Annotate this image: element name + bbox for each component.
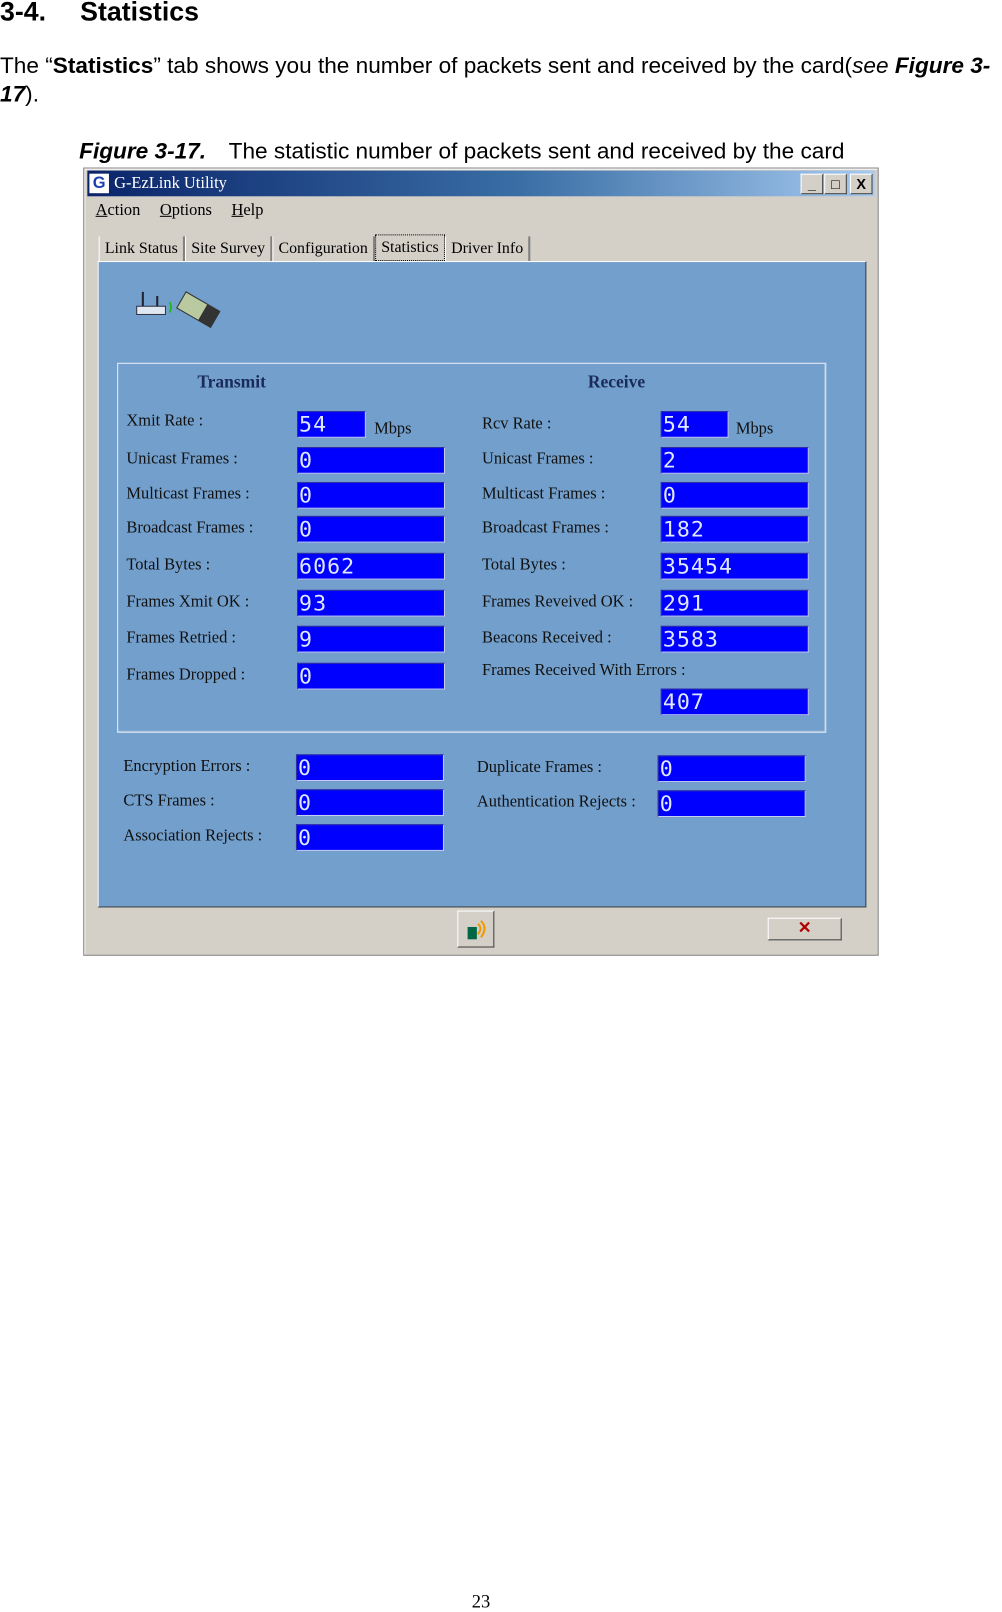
rx-row-6-label: Frames Received With Errors :: [481, 661, 686, 680]
other-left-0-label: Encryption Errors :: [123, 757, 251, 775]
rx-row-5-value: 3583: [660, 625, 809, 653]
tx-row-1-label: Multicast Frames :: [126, 485, 250, 503]
statistics-panel: Transmit Receive Xmit Rate : 54 Mbps Rcv Ra…: [97, 261, 867, 908]
tx-row-0-label: Unicast Frames :: [126, 450, 238, 468]
other-left-0-value: 0: [295, 754, 444, 782]
app-window: G G-EzLink Utility _ □ X Action Options …: [83, 167, 879, 956]
tx-row-6-value: 0: [297, 662, 445, 690]
title-bar[interactable]: G G-EzLink Utility _ □ X: [87, 170, 875, 197]
tx-row-4-label: Frames Xmit OK :: [126, 592, 250, 611]
rx-row-1-label: Multicast Frames :: [481, 485, 606, 503]
app-logo-icon: G: [89, 173, 109, 194]
card-signal-icon: [467, 920, 486, 940]
menu-bar: Action Options Help: [96, 201, 279, 219]
close-window-button[interactable]: X: [849, 173, 873, 195]
tab-bar: Link Status Site Survey Configuration St…: [98, 234, 531, 262]
menu-help[interactable]: Help: [231, 201, 263, 218]
rx-row-1-value: 0: [660, 481, 809, 509]
transmit-receive-group: Transmit Receive Xmit Rate : 54 Mbps Rcv Ra…: [117, 362, 827, 733]
other-right-0-value: 0: [657, 755, 806, 783]
minimize-button[interactable]: _: [800, 173, 824, 195]
tab-link-status[interactable]: Link Status: [98, 236, 186, 262]
rx-row-4-label: Frames Reveived OK :: [481, 592, 634, 611]
exit-button[interactable]: ✕: [767, 917, 842, 941]
receive-heading: Receive: [587, 372, 646, 392]
tx-row-5-label: Frames Retried :: [126, 628, 237, 647]
other-right-1-label: Authentication Rejects :: [476, 793, 636, 811]
rx-row-6-value: 407: [660, 688, 809, 716]
other-left-2-value: 0: [295, 824, 444, 851]
figure-label: Figure 3-17.: [79, 137, 207, 164]
tx-row-5-value: 9: [297, 625, 445, 653]
rx-row-3-value: 35454: [660, 552, 809, 580]
tx-row-2-value: 0: [297, 515, 445, 543]
maximize-button[interactable]: □: [824, 173, 847, 195]
tab-configuration[interactable]: Configuration: [272, 236, 376, 262]
tx-row-2-label: Broadcast Frames :: [126, 518, 254, 537]
intro-text: The “: [0, 52, 53, 79]
menu-action[interactable]: Action: [96, 201, 141, 218]
rx-row-4-value: 291: [660, 589, 809, 617]
transmit-heading: Transmit: [197, 372, 266, 392]
router-card-icon: [136, 291, 221, 329]
tx-row-3-label: Total Bytes :: [126, 555, 211, 574]
section-number: 3-4.: [0, 0, 47, 27]
tx-row-0-value: 0: [297, 447, 445, 474]
xmit-rate-value: 54: [297, 411, 366, 438]
intro-closing: ).: [25, 81, 39, 107]
page-number: 23: [471, 1590, 491, 1612]
wireless-card-icon: [176, 291, 221, 329]
rcv-rate-value: 54: [660, 411, 729, 438]
rx-row-0-label: Unicast Frames :: [481, 450, 594, 468]
intro-paragraph: The “Statistics” tab shows you the numbe…: [0, 51, 1002, 109]
other-right-0-label: Duplicate Frames :: [476, 758, 602, 776]
other-left-1-value: 0: [295, 789, 444, 816]
tab-driver-info[interactable]: Driver Info: [444, 236, 531, 262]
figure-caption: Figure 3-17. The statistic number of pack…: [79, 138, 844, 165]
rx-row-5-label: Beacons Received :: [481, 628, 612, 647]
rx-row-0-value: 2: [660, 447, 809, 474]
connect-button[interactable]: [457, 910, 495, 948]
section-heading: 3-4. Statistics: [0, 0, 199, 28]
tx-row-4-value: 93: [297, 589, 445, 617]
rcv-rate-label: Rcv Rate :: [481, 415, 552, 433]
rx-row-2-label: Broadcast Frames :: [481, 518, 609, 537]
xmit-rate-unit: Mbps: [374, 420, 412, 438]
tx-row-3-value: 6062: [297, 552, 445, 580]
tab-statistics[interactable]: Statistics: [375, 234, 445, 262]
other-left-1-label: CTS Frames :: [123, 792, 215, 810]
intro-text-2: ” tab shows you the number of packets se…: [153, 52, 853, 79]
tab-site-survey[interactable]: Site Survey: [185, 236, 273, 262]
menu-options[interactable]: Options: [160, 201, 212, 218]
figure-caption-text: The statistic number of packets sent and…: [228, 137, 845, 164]
rcv-rate-unit: Mbps: [735, 420, 774, 438]
window-title: G-EzLink Utility: [114, 174, 227, 193]
intro-see: see: [852, 52, 889, 79]
tx-row-6-label: Frames Dropped :: [126, 665, 246, 684]
rx-row-3-label: Total Bytes :: [481, 555, 566, 574]
xmit-rate-label: Xmit Rate :: [126, 412, 204, 430]
router-icon: [136, 291, 173, 315]
rx-row-2-value: 182: [660, 515, 809, 543]
intro-bold: Statistics: [52, 52, 154, 79]
section-title: Statistics: [80, 0, 199, 27]
other-right-1-value: 0: [657, 790, 806, 818]
other-left-2-label: Association Rejects :: [123, 827, 263, 845]
tx-row-1-value: 0: [297, 481, 445, 509]
